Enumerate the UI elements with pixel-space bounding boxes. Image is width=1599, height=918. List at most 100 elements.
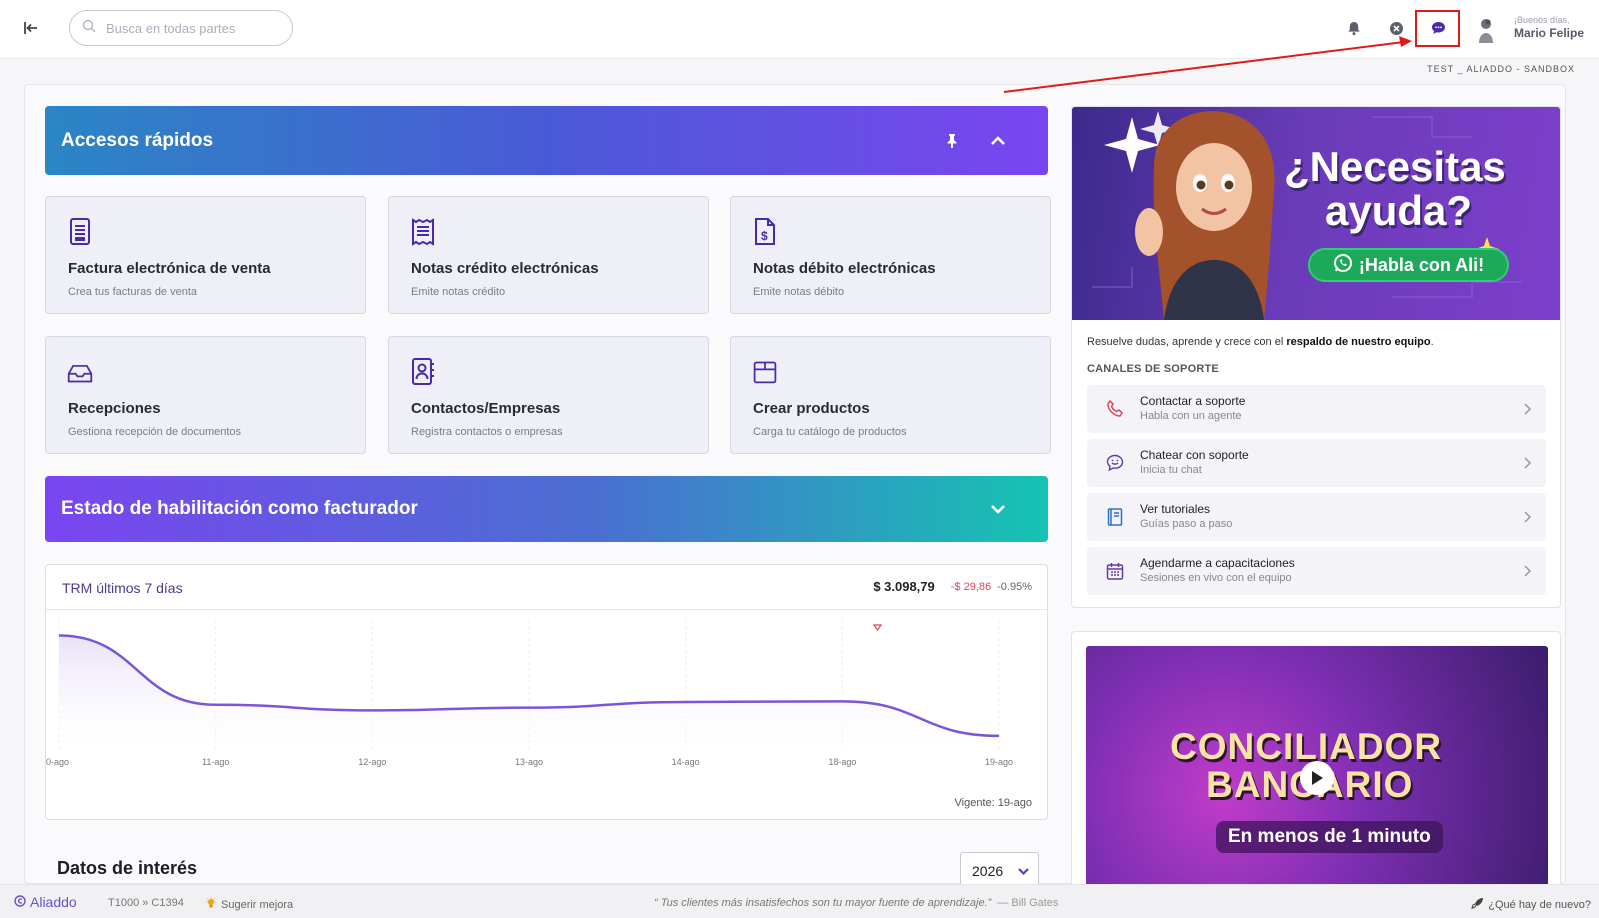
hero-title-line1: ¿Necesitas bbox=[1284, 143, 1506, 190]
search-input[interactable] bbox=[106, 20, 276, 36]
play-icon[interactable] bbox=[1300, 761, 1334, 795]
trm-delta: -$ 29,86 bbox=[950, 580, 992, 593]
collapse-sidebar-icon[interactable] bbox=[20, 17, 42, 39]
book-icon bbox=[1107, 508, 1123, 526]
user-name: Mario Felipe bbox=[1514, 26, 1585, 40]
suggest-improvement-link[interactable]: Sugerir mejora bbox=[205, 897, 293, 912]
channel-contact-support[interactable]: Contactar a soporte Habla con un agente bbox=[1087, 385, 1546, 433]
support-text-end: . bbox=[1430, 336, 1434, 348]
x-tick-label: 0-ago bbox=[46, 757, 69, 767]
bell-icon[interactable] bbox=[1342, 16, 1366, 40]
tile-subtitle: Crea tus facturas de venta bbox=[68, 286, 198, 298]
tile-title: Crear productos bbox=[753, 400, 870, 417]
search-icon bbox=[82, 19, 96, 38]
copyright-icon bbox=[14, 894, 26, 910]
tile-subtitle: Registra contactos o empresas bbox=[411, 426, 563, 438]
channel-title: Contactar a soporte bbox=[1140, 394, 1246, 408]
talk-to-ali-button[interactable]: ¡Habla con Ali! bbox=[1308, 248, 1509, 282]
rocket-icon bbox=[1471, 897, 1484, 913]
phone-icon bbox=[1107, 399, 1123, 417]
tile-crear-productos[interactable]: Crear productos Carga tu catálogo de pro… bbox=[730, 336, 1051, 454]
tile-title: Notas débito electrónicas bbox=[753, 260, 936, 277]
chevron-right-icon bbox=[1524, 511, 1532, 523]
dollar-file-icon: $ bbox=[755, 218, 775, 245]
search-box[interactable] bbox=[69, 10, 293, 46]
trm-header: TRM últimos 7 días $ 3.098,79 -$ 29,86 -… bbox=[46, 565, 1047, 631]
chevron-down-icon[interactable] bbox=[985, 496, 1011, 522]
trm-title: TRM últimos 7 días bbox=[62, 580, 183, 596]
lightbulb-icon bbox=[205, 897, 217, 912]
channel-title: Ver tutoriales bbox=[1140, 502, 1211, 516]
x-tick-label: 11-ago bbox=[202, 757, 229, 767]
footer-quote: “ Tus clientes más insatisfechos son tu … bbox=[654, 897, 1058, 909]
chevron-down-icon bbox=[1017, 863, 1030, 879]
tile-subtitle: Emite notas débito bbox=[753, 286, 845, 298]
chevron-right-icon bbox=[1524, 457, 1532, 469]
chat-icon bbox=[1106, 454, 1124, 472]
tile-recepciones[interactable]: Recepciones Gestiona recepción de docume… bbox=[45, 336, 366, 454]
channel-chat-support[interactable]: Chatear con soporte Inicia tu chat bbox=[1087, 439, 1546, 487]
tile-title: Contactos/Empresas bbox=[411, 400, 561, 417]
pin-icon[interactable] bbox=[939, 128, 965, 154]
svg-text:$: $ bbox=[761, 229, 768, 243]
channel-trainings[interactable]: Agendarme a capacitaciones Sesiones en v… bbox=[1087, 547, 1546, 595]
channel-title: Agendarme a capacitaciones bbox=[1140, 556, 1295, 570]
year-value: 2026 bbox=[972, 863, 1004, 879]
chevron-right-icon bbox=[1524, 403, 1532, 415]
support-text-bold: respaldo de nuestro equipo bbox=[1286, 336, 1431, 348]
video-thumbnail[interactable]: CONCILIADOR BANCARIO En menos de 1 minut… bbox=[1086, 646, 1548, 890]
whats-new-label: ¿Qué hay de nuevo? bbox=[1488, 899, 1591, 911]
x-tick-label: 14-ago bbox=[672, 757, 700, 767]
tile-contactos[interactable]: Contactos/Empresas Registra contactos o … bbox=[388, 336, 709, 454]
assistant-illustration bbox=[1135, 111, 1275, 320]
top-bar: ¡Buenos días, Mario Felipe bbox=[0, 0, 1599, 59]
trm-chart: 0-ago 11-ago 12-ago 13-ago 14-ago 18-ago 19-ag… bbox=[46, 620, 1013, 767]
x-tick-label: 19-ago bbox=[985, 757, 1013, 767]
channel-subtitle: Sesiones en vivo con el equipo bbox=[1140, 572, 1292, 584]
whats-new-link[interactable]: ¿Qué hay de nuevo? bbox=[1471, 897, 1591, 913]
tile-title: Notas crédito electrónicas bbox=[411, 260, 599, 277]
tile-subtitle: Emite notas crédito bbox=[411, 286, 506, 298]
support-card: ¿Necesitas ayuda? ¡Habla con Ali! Resuel… bbox=[1071, 106, 1561, 608]
channel-subtitle: Guías paso a paso bbox=[1140, 518, 1233, 530]
tile-factura-venta[interactable]: Factura electrónica de venta Crea tus fa… bbox=[45, 196, 366, 314]
talk-to-ali-label: ¡Habla con Ali! bbox=[1358, 254, 1485, 275]
tile-subtitle: Gestiona recepción de documentos bbox=[68, 426, 242, 438]
status-banner[interactable]: Estado de habilitación como facturador bbox=[45, 476, 1048, 542]
quick-access-banner[interactable]: Accesos rápidos bbox=[45, 106, 1048, 175]
x-tick-label: 13-ago bbox=[515, 757, 543, 767]
greeting-text: ¡Buenos días, bbox=[1514, 15, 1570, 25]
user-greeting[interactable]: ¡Buenos días, Mario Felipe bbox=[1514, 15, 1584, 40]
tile-notas-debito[interactable]: $ Notas débito electrónicas Emite notas … bbox=[730, 196, 1051, 314]
support-hero-banner[interactable]: ¿Necesitas ayuda? ¡Habla con Ali! bbox=[1072, 107, 1560, 320]
channel-title: Chatear con soporte bbox=[1140, 448, 1249, 462]
tenant-code: T1000 » C1394 bbox=[108, 897, 184, 909]
invoice-icon bbox=[70, 218, 90, 245]
trm-card: TRM últimos 7 días $ 3.098,79 -$ 29,86 -… bbox=[45, 564, 1048, 820]
chat-highlight-box bbox=[1415, 10, 1460, 47]
tile-title: Recepciones bbox=[68, 400, 161, 417]
quote-text: “ Tus clientes más insatisfechos son tu … bbox=[654, 897, 992, 909]
environment-label: TEST _ ALIADDO - SANDBOX bbox=[1427, 64, 1575, 74]
x-tick-label: 18-ago bbox=[828, 757, 856, 767]
channel-subtitle: Inicia tu chat bbox=[1140, 464, 1202, 476]
video-card: CONCILIADOR BANCARIO En menos de 1 minut… bbox=[1071, 631, 1561, 891]
video-title-line1: CONCILIADOR bbox=[1170, 726, 1443, 767]
trm-footer: Vigente: 19-ago bbox=[954, 797, 1032, 809]
receipt-icon bbox=[412, 218, 434, 246]
suggest-label: Sugerir mejora bbox=[221, 898, 294, 911]
trm-percent: -0.95% bbox=[997, 580, 1032, 593]
quote-author: — Bill Gates bbox=[997, 897, 1059, 909]
channel-tutorials[interactable]: Ver tutoriales Guías paso a paso bbox=[1087, 493, 1546, 541]
x-tick-label: 12-ago bbox=[358, 757, 386, 767]
chevron-up-icon[interactable] bbox=[985, 128, 1011, 154]
support-text-start: Resuelve dudas, aprende y crece con el bbox=[1087, 336, 1284, 348]
avatar[interactable] bbox=[1474, 16, 1500, 44]
tile-notas-credito[interactable]: Notas crédito electrónicas Emite notas c… bbox=[388, 196, 709, 314]
quick-access-title: Accesos rápidos bbox=[61, 129, 214, 151]
brand-logo[interactable]: Aliaddo bbox=[14, 894, 77, 910]
channel-subtitle: Habla con un agente bbox=[1140, 410, 1242, 422]
close-circle-icon[interactable] bbox=[1384, 16, 1408, 40]
calendar-icon bbox=[1106, 563, 1124, 580]
brand-name: Aliaddo bbox=[30, 894, 77, 910]
